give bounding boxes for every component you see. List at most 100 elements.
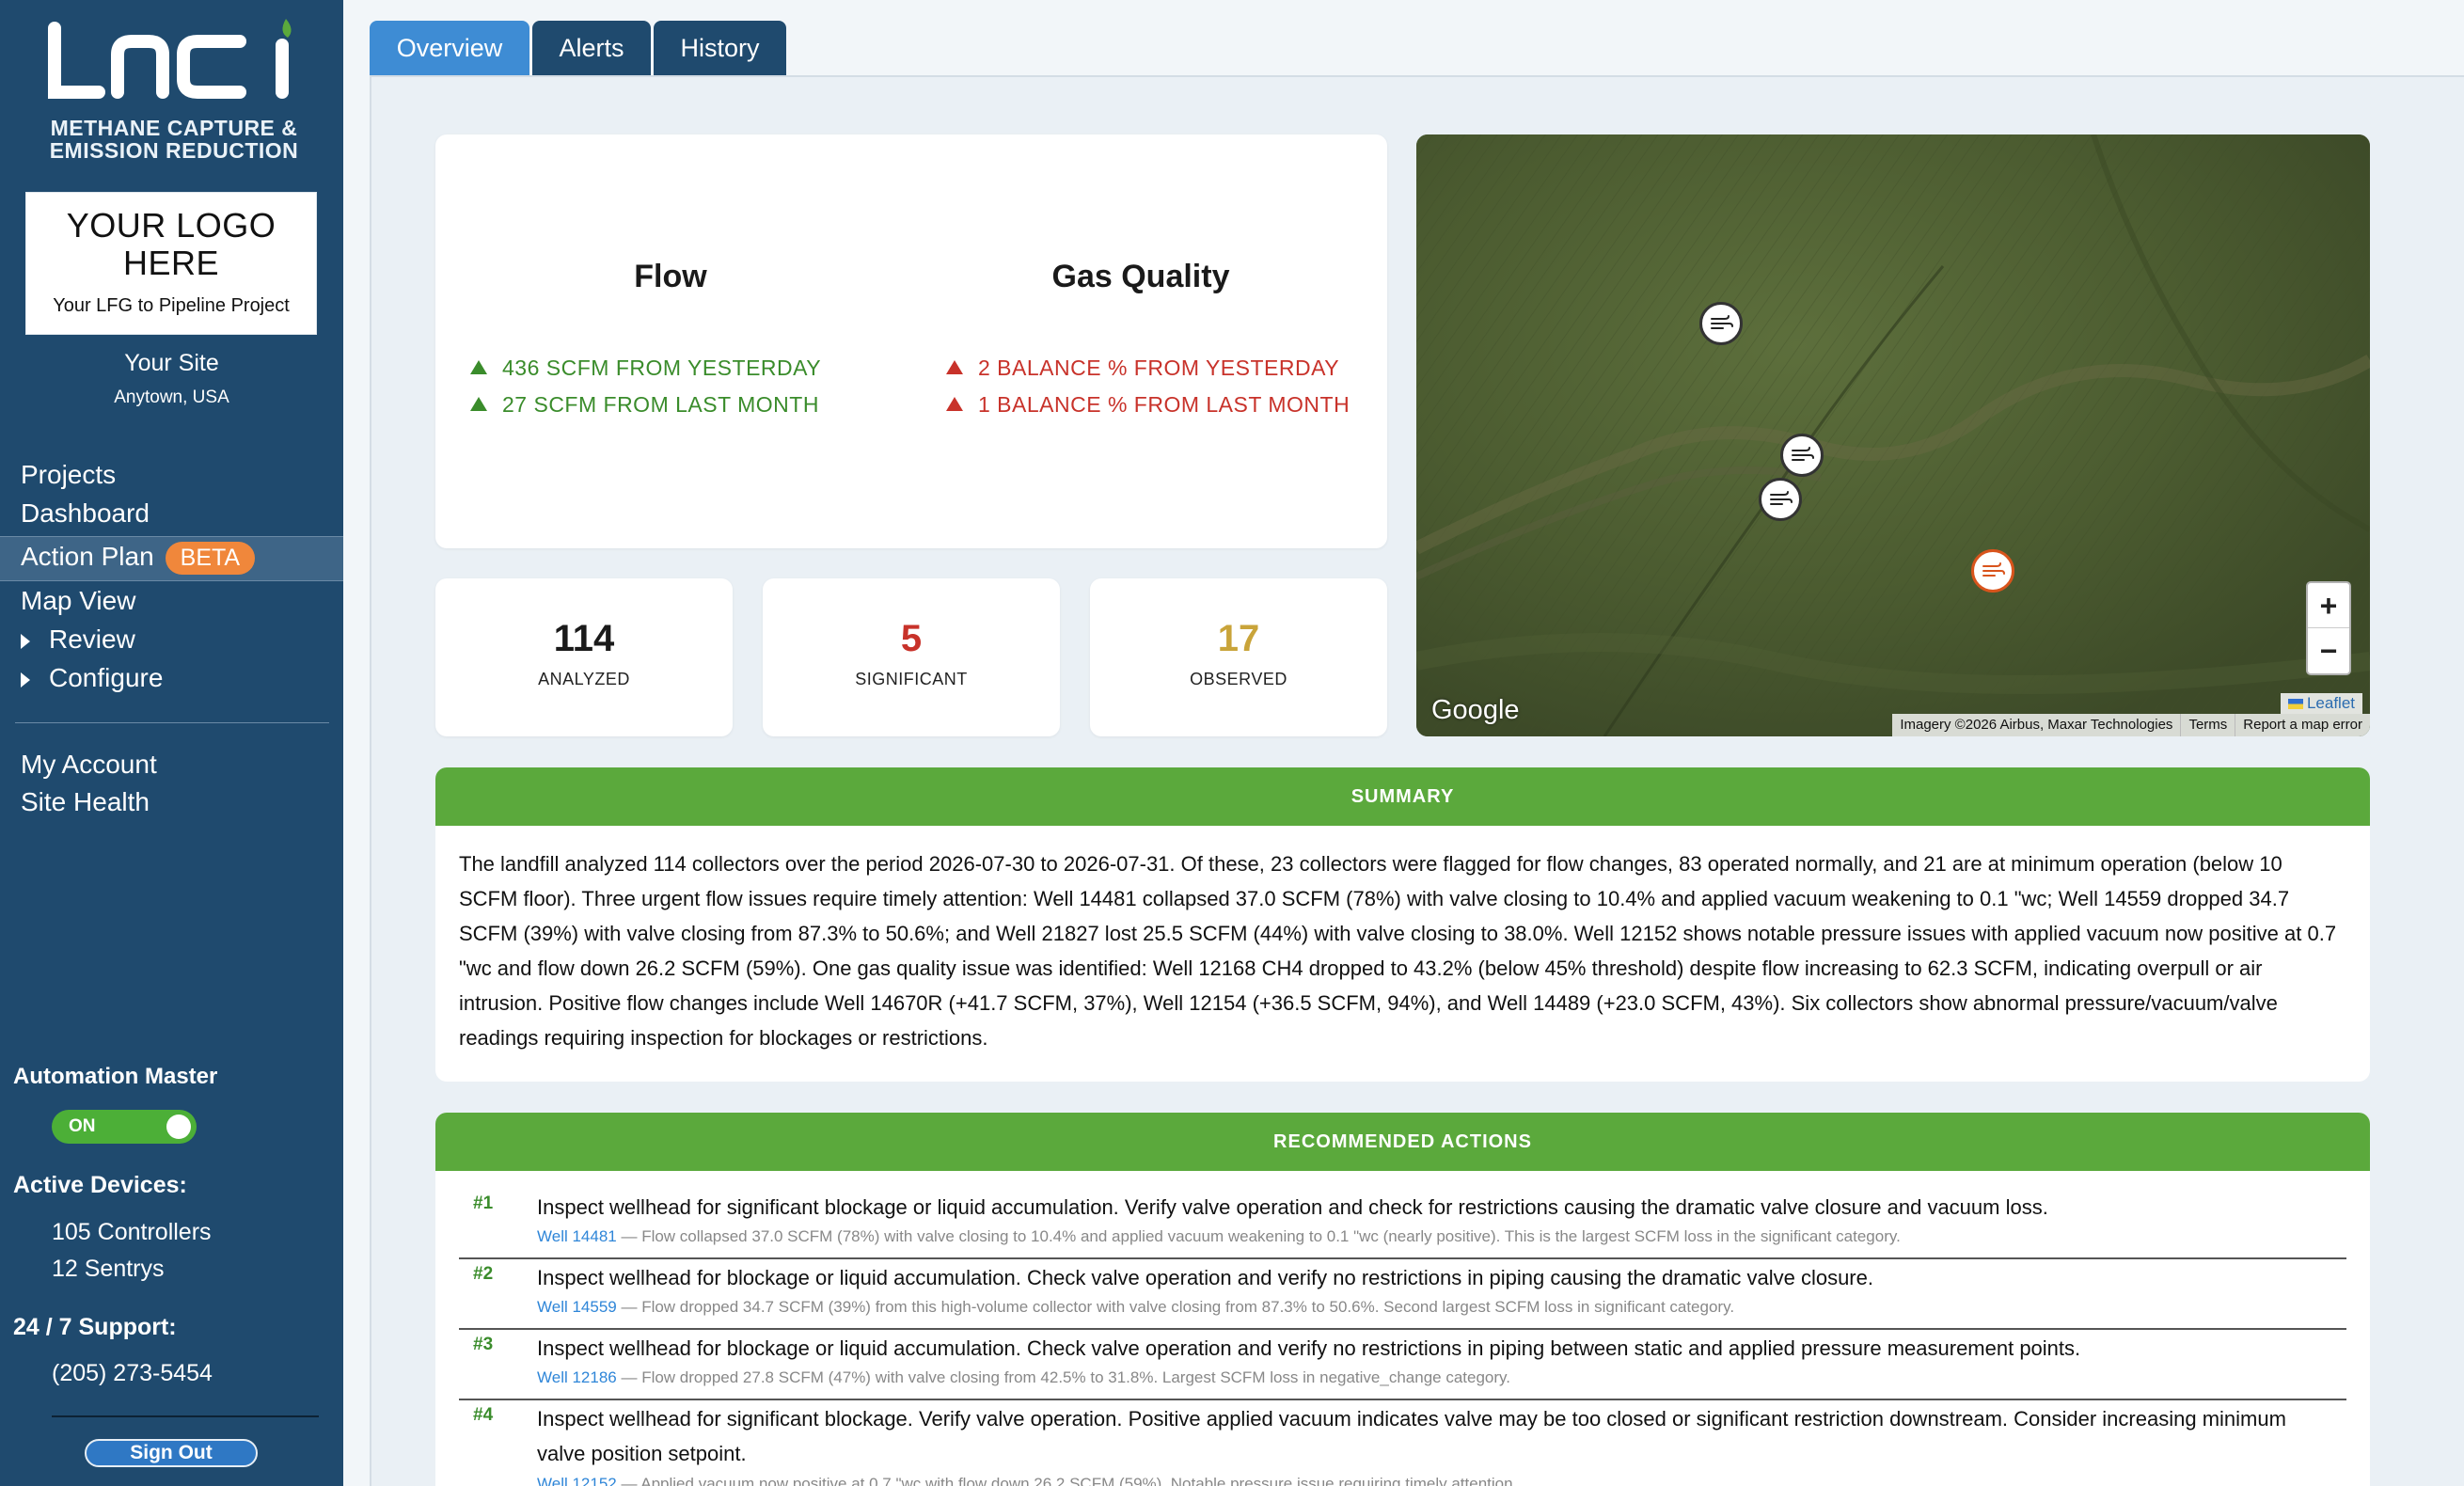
action-detail: Well 14481 — Flow collapsed 37.0 SCFM (7… — [537, 1227, 1901, 1246]
support-phone[interactable]: (205) 273-5454 — [52, 1360, 213, 1387]
zoom-in-button[interactable]: + — [2308, 583, 2349, 628]
action-item: #1 Inspect wellhead for significant bloc… — [459, 1190, 2346, 1259]
recommended-actions-header: RECOMMENDED ACTIONS — [435, 1113, 2370, 1171]
flow-gas-quality-card: Flow 436 SCFM FROM YESTERDAY 27 SCFM FRO… — [435, 134, 1387, 548]
caret-right-icon — [21, 633, 30, 649]
site-location: Anytown, USA — [114, 387, 229, 407]
site-name: Your Site — [124, 350, 219, 376]
google-logo: Google — [1431, 695, 1520, 725]
well-link[interactable]: Well 14559 — [537, 1298, 617, 1316]
satellite-map[interactable]: + − Google Leaflet Imagery ©2026 Airbus,… — [1416, 134, 2370, 736]
gas-flow-icon — [1770, 491, 1793, 505]
action-number: #2 — [473, 1264, 494, 1284]
well-marker[interactable] — [1759, 478, 1802, 521]
imagery-credit: Imagery ©2026 Airbus, Maxar Technologies — [1900, 717, 2173, 733]
up-arrow-icon — [946, 360, 963, 374]
gas-flow-icon — [1982, 562, 2005, 577]
tab-overview[interactable]: Overview — [370, 21, 529, 75]
well-marker-alert[interactable] — [1971, 549, 2014, 593]
nav-action-plan[interactable]: Action Plan BETA — [21, 542, 256, 576]
gas-quality-title: Gas Quality — [1051, 259, 1230, 294]
action-item: #3 Inspect wellhead for blockage or liqu… — [459, 1331, 2346, 1400]
action-text: Inspect wellhead for blockage or liquid … — [537, 1336, 2081, 1360]
ukraine-flag-icon — [2287, 699, 2303, 710]
client-logo: YOUR LOGO HERE Your LFG to Pipeline Proj… — [25, 192, 317, 335]
toggle-knob — [166, 1114, 191, 1139]
client-logo-subtitle: Your LFG to Pipeline Project — [53, 295, 290, 316]
zoom-out-button[interactable]: − — [2308, 628, 2349, 673]
well-marker[interactable] — [1780, 434, 1824, 477]
stat-observed-label: OBSERVED — [1190, 670, 1287, 688]
action-number: #1 — [473, 1194, 494, 1213]
gas-quality-change-day-text: 2 BALANCE % FROM YESTERDAY — [978, 356, 1340, 380]
recommended-actions-panel: RECOMMENDED ACTIONS #1 Inspect wellhead … — [435, 1113, 2370, 1486]
beta-badge: BETA — [165, 542, 256, 576]
brand-tagline-2: EMISSION REDUCTION — [49, 138, 299, 163]
gas-quality-change-month-text: 1 BALANCE % FROM LAST MONTH — [978, 392, 1350, 417]
summary-header: SUMMARY — [435, 767, 2370, 826]
nav-projects[interactable]: Projects — [21, 460, 116, 490]
leaflet-attribution[interactable]: Leaflet — [2280, 693, 2362, 714]
nav-action-plan-label: Action Plan — [21, 542, 154, 571]
well-link[interactable]: Well 12152 — [537, 1475, 617, 1486]
nav-review[interactable]: Review — [21, 624, 135, 655]
nav-configure[interactable]: Configure — [21, 663, 163, 693]
gas-quality-change-month: 1 BALANCE % FROM LAST MONTH — [946, 392, 1350, 418]
caret-right-icon — [21, 672, 30, 688]
nav-dashboard[interactable]: Dashboard — [21, 498, 150, 529]
leaflet-link[interactable]: Leaflet — [2307, 694, 2355, 712]
stat-significant-label: SIGNIFICANT — [855, 670, 968, 688]
terms-link[interactable]: Terms — [2180, 714, 2235, 736]
sidebar-divider-bottom — [52, 1415, 319, 1417]
action-text: Inspect wellhead for significant blockag… — [537, 1195, 2048, 1219]
loci-logo-mark — [47, 17, 301, 111]
map-attribution-bar: Imagery ©2026 Airbus, Maxar Technologies… — [1892, 714, 2370, 736]
tab-alerts[interactable]: Alerts — [532, 21, 651, 75]
stat-observed[interactable]: 17 OBSERVED — [1090, 578, 1387, 736]
action-detail-text: — Flow dropped 34.7 SCFM (39%) from this… — [616, 1298, 1735, 1316]
stat-analyzed-label: ANALYZED — [538, 670, 630, 688]
sidebar-divider — [15, 722, 329, 723]
well-marker[interactable] — [1699, 302, 1743, 345]
brand-tagline-1: METHANE CAPTURE & — [50, 116, 298, 140]
summary-text: The landfill analyzed 114 collectors ove… — [459, 852, 2337, 1050]
action-number: #4 — [473, 1405, 494, 1425]
nav-my-account[interactable]: My Account — [21, 750, 157, 780]
stat-significant[interactable]: 5 SIGNIFICANT — [763, 578, 1060, 736]
gas-flow-icon — [1711, 315, 1733, 329]
sentrys-count: 12 Sentrys — [52, 1256, 165, 1282]
stat-analyzed[interactable]: 114 ANALYZED — [435, 578, 733, 736]
gas-flow-icon — [1792, 447, 1814, 461]
support-title: 24 / 7 Support: — [13, 1314, 177, 1340]
well-link[interactable]: Well 14481 — [537, 1227, 617, 1245]
report-error-link[interactable]: Report a map error — [2235, 714, 2370, 736]
controllers-count: 105 Controllers — [52, 1219, 212, 1245]
client-logo-title-1: YOUR LOGO — [66, 206, 276, 245]
flow-title: Flow — [634, 259, 707, 294]
brand-logo[interactable]: METHANE CAPTURE & EMISSION REDUCTION — [47, 17, 301, 162]
tab-history[interactable]: History — [654, 21, 786, 75]
action-detail: Well 14559 — Flow dropped 34.7 SCFM (39%… — [537, 1298, 1734, 1317]
sign-out-button[interactable]: Sign Out — [85, 1439, 258, 1467]
flow-change-day-text: 436 SCFM FROM YESTERDAY — [502, 356, 822, 380]
flow-change-day: 436 SCFM FROM YESTERDAY — [470, 356, 821, 381]
up-arrow-icon — [470, 397, 487, 411]
nav-configure-label: Configure — [49, 663, 164, 692]
well-link[interactable]: Well 12186 — [537, 1368, 617, 1386]
automation-master-title: Automation Master — [13, 1064, 218, 1089]
toggle-state-label: ON — [69, 1116, 96, 1136]
action-detail-text: — Flow collapsed 37.0 SCFM (78%) with va… — [616, 1227, 1901, 1245]
nav-site-health[interactable]: Site Health — [21, 787, 150, 817]
summary-panel: SUMMARY The landfill analyzed 114 collec… — [435, 767, 2370, 1082]
flow-change-month: 27 SCFM FROM LAST MONTH — [470, 392, 819, 418]
gas-quality-change-day: 2 BALANCE % FROM YESTERDAY — [946, 356, 1339, 381]
sidebar: METHANE CAPTURE & EMISSION REDUCTION YOU… — [0, 0, 343, 1486]
satellite-imagery — [1416, 134, 2370, 736]
stat-analyzed-value: 114 — [553, 618, 615, 659]
up-arrow-icon — [470, 360, 487, 374]
nav-review-label: Review — [49, 624, 135, 654]
map-zoom-control: + − — [2306, 581, 2351, 675]
client-logo-title-2: HERE — [122, 244, 220, 282]
automation-master-toggle[interactable]: ON — [52, 1110, 197, 1144]
nav-map-view[interactable]: Map View — [21, 586, 135, 616]
